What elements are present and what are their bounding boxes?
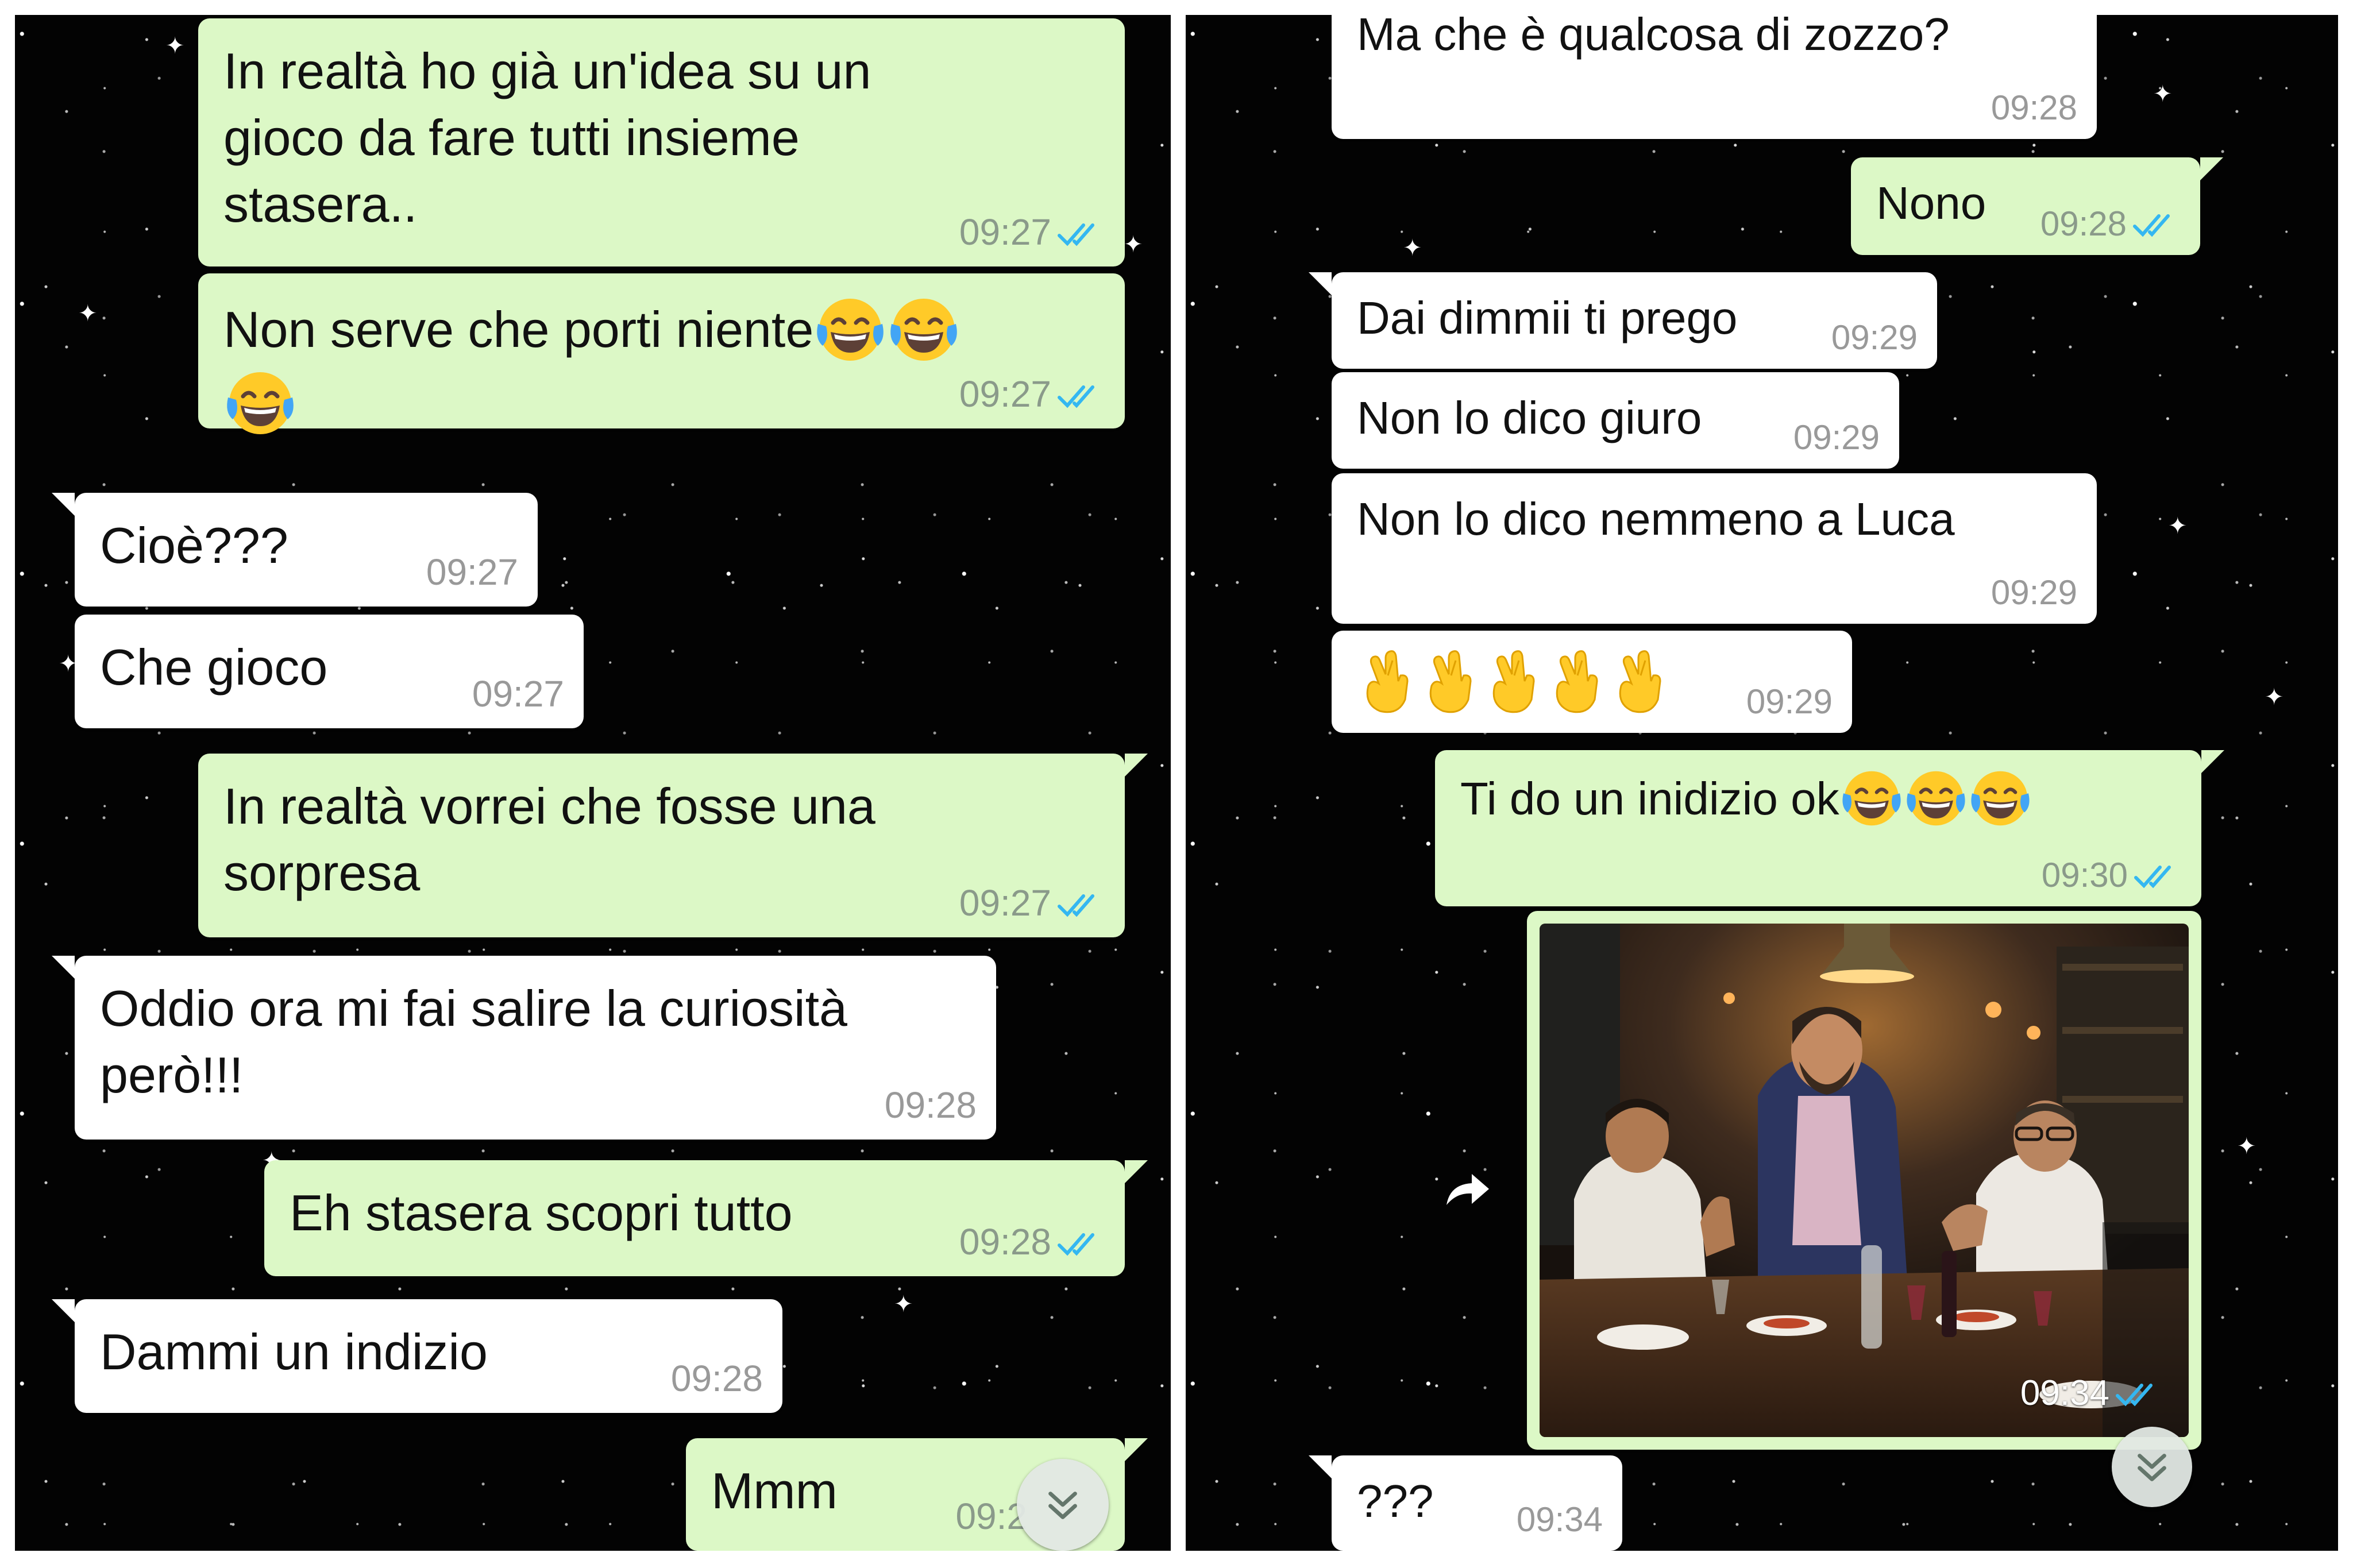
double-check-icon (2134, 862, 2182, 891)
message-text-content: Ti do un inidizio ok (1460, 773, 1839, 824)
message-bubble-incoming[interactable]: Oddio ora mi fai salire la curiosità per… (52, 956, 996, 1140)
double-check-icon (1057, 219, 1105, 249)
forward-arrow-icon[interactable] (1442, 1167, 1494, 1213)
message-time: 09:34 (2020, 1373, 2109, 1413)
double-check-icon (2132, 210, 2181, 240)
message-time: 09:29 (1746, 682, 1833, 721)
message-bubble-outgoing[interactable]: Non serve che porti niente 09:27 (198, 273, 1125, 428)
message-bubble-outgoing[interactable]: Eh stasera scopri tutto 09:28 (264, 1160, 1148, 1276)
star-decoration: ✦ (894, 1292, 913, 1317)
star-decoration: ✦ (1403, 235, 1422, 261)
message-time: 09:27 (472, 673, 564, 715)
chat-panel-left[interactable]: ✦ ✦ ✦ ✦ ✦ ✦ In realtà ho già un'idea su … (15, 15, 1171, 1551)
message-time: 09:27 (959, 373, 1051, 415)
message-time: 09:28 (884, 1084, 977, 1126)
message-text: Oddio ora mi fai salire la curiosità per… (100, 980, 847, 1103)
crossed-fingers-icon (1420, 647, 1480, 716)
double-check-icon (1057, 381, 1105, 411)
star-decoration: ✦ (2153, 82, 2173, 107)
message-bubble-outgoing[interactable]: In realtà ho già un'idea su un gioco da … (198, 18, 1125, 267)
message-bubble-incoming[interactable]: Non lo dico nemmeno a Luca 09:29 (1332, 473, 2097, 624)
double-check-icon (2115, 1380, 2163, 1409)
message-time: 09:28 (959, 1221, 1051, 1262)
message-meta: 09:27 (959, 885, 1105, 921)
message-time: 09:27 (426, 551, 518, 593)
message-text: In realtà ho già un'idea su un gioco da … (223, 43, 871, 233)
message-text: Non serve che porti niente (223, 293, 1100, 440)
laughing-emoji-icon (223, 366, 297, 440)
laughing-emoji-icon (1968, 766, 2032, 831)
message-bubble-outgoing[interactable]: In realtà vorrei che fosse una sorpresa … (198, 754, 1148, 937)
message-bubble-incoming[interactable]: ??? 09:34 (1309, 1455, 1622, 1551)
message-bubble-outgoing[interactable]: Ti do un inidizio ok 09:30 (1435, 750, 2224, 906)
star-decoration: ✦ (165, 33, 185, 59)
message-text: Dai dimmii ti prego (1357, 292, 1738, 343)
message-time: 09:27 (959, 882, 1051, 924)
chevron-double-down-icon (2130, 1445, 2174, 1489)
message-bubble-incoming[interactable]: Non lo dico giuro 09:29 (1332, 372, 1899, 469)
chat-panel-right[interactable]: ✦ ✦ ✦ ✦ ✦ Ma che è qualcosa di zozzo? 09… (1186, 15, 2338, 1551)
message-time: 09:34 (1516, 1500, 1603, 1539)
image-message-bubble[interactable]: 09:34 (1527, 911, 2201, 1450)
message-time: 09:30 (2041, 856, 2128, 894)
message-time: 09:29 (1831, 318, 1918, 357)
message-text: Dammi un indizio (100, 1323, 488, 1380)
star-decoration: ✦ (2168, 513, 2188, 539)
message-bubble-incoming[interactable]: Che gioco 09:27 (75, 615, 584, 728)
message-bubble-incoming[interactable]: Dammi un indizio 09:28 (52, 1299, 782, 1413)
crossed-fingers-icon (1546, 647, 1606, 716)
laughing-emoji-icon (813, 293, 887, 366)
message-meta: 09:28 (959, 1223, 1105, 1260)
laughing-emoji-icon (887, 293, 961, 366)
crossed-fingers-icon (1357, 647, 1417, 716)
message-time: 09:29 (1991, 573, 2077, 612)
message-time: 09:28 (2040, 204, 2127, 243)
message-meta: 09:27 (959, 376, 1105, 412)
chevron-double-down-icon (1040, 1482, 1085, 1527)
message-meta: 09:27 (959, 214, 1105, 250)
laughing-emoji-icon (1904, 766, 1968, 831)
message-bubble-incoming[interactable]: Dai dimmii ti prego 09:29 (1309, 272, 1937, 369)
double-check-icon (1057, 890, 1105, 920)
message-text-content: Non serve che porti niente (223, 301, 814, 358)
crossed-fingers-icon (1610, 647, 1669, 716)
message-text: Ma che è qualcosa di zozzo? (1357, 15, 1950, 60)
message-time: 09:28 (1991, 88, 2077, 127)
star-decoration: ✦ (78, 301, 98, 326)
message-text: Ti do un inidizio ok (1460, 766, 2176, 831)
message-bubble-incoming[interactable]: Ma che è qualcosa di zozzo? 09:28 (1332, 15, 2097, 139)
message-meta: 09:30 (2042, 857, 2182, 894)
message-meta: 09:34 (2020, 1360, 2163, 1427)
star-decoration: ✦ (2237, 1134, 2256, 1159)
message-time: 09:27 (959, 211, 1051, 253)
star-decoration: ✦ (1124, 232, 1143, 257)
message-bubble-incoming[interactable]: 09:29 (1332, 631, 1852, 733)
laughing-emoji-icon (1839, 766, 1904, 831)
message-text: Non lo dico nemmeno a Luca (1357, 493, 1955, 544)
scroll-to-bottom-button[interactable] (1017, 1459, 1109, 1551)
scroll-to-bottom-button[interactable] (2112, 1427, 2192, 1507)
star-decoration: ✦ (2265, 685, 2284, 710)
message-time: 09:29 (1793, 418, 1880, 457)
message-bubble-outgoing[interactable]: Nono 09:28 (1851, 157, 2223, 255)
double-check-icon (1057, 1229, 1105, 1259)
message-meta: 09:28 (2040, 206, 2181, 242)
crossed-fingers-icon (1483, 647, 1543, 716)
message-bubble-incoming[interactable]: Cioè??? 09:27 (52, 493, 538, 607)
message-time: 09:28 (670, 1358, 763, 1399)
